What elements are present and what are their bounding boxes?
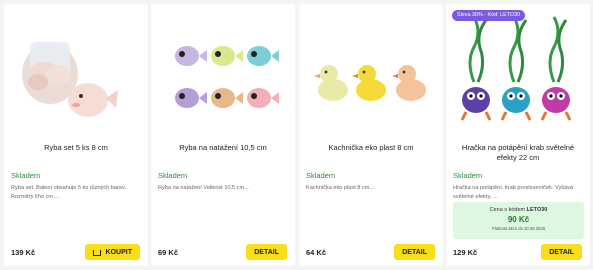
promo-code: LETO30	[526, 207, 548, 213]
product-card[interactable]: Kachnička eko plast 8 cm Skladem Kachnič…	[299, 4, 443, 266]
stock-status: Skladem	[306, 171, 336, 180]
product-description: Kachnička eko plast 8 cm...	[306, 185, 375, 191]
stock-status: Skladem	[158, 171, 188, 180]
product-description: Hračka na potápění, krab prostsveníček. …	[453, 185, 574, 200]
promo-price: 90 Kč	[507, 215, 530, 224]
product-card[interactable]: Ryba na natažení 10,5 cm Skladem Ryba na…	[151, 4, 295, 266]
stock-status: Skladem	[11, 171, 41, 180]
detail-button[interactable]: DETAIL	[246, 244, 287, 260]
product-grid: Ryba set 5 ks 8 cm Skladem Ryba set. Bal…	[0, 0, 593, 270]
promo-box: Cena s kódem LETO30 90 Kč Platnost akce …	[453, 202, 584, 239]
product-title[interactable]: Ryba set 5 ks 8 cm	[12, 143, 140, 153]
product-image[interactable]	[305, 12, 437, 132]
product-description: Ryba na natažení Velikost 10,5 cm...	[158, 185, 249, 191]
stock-status: Skladem	[453, 171, 483, 180]
detail-button-label: DETAIL	[254, 248, 279, 256]
detail-button-label: DETAIL	[402, 248, 427, 256]
promo-prefix: Cena s kódem	[489, 207, 526, 213]
product-title[interactable]: Hračka na potápění krab světelné efekty …	[454, 143, 582, 163]
product-price: 139 Kč	[11, 248, 36, 257]
product-price: 69 Kč	[158, 248, 179, 257]
buy-button[interactable]: KOUPIT	[84, 244, 140, 260]
product-card[interactable]: Ryba set 5 ks 8 cm Skladem Ryba set. Bal…	[4, 4, 148, 266]
promo-code-line: Cena s kódem LETO30	[453, 207, 584, 213]
product-card[interactable]: Sleva 30% - Kód: LETO30 Hračka na potápě…	[446, 4, 590, 266]
product-price: 129 Kč	[453, 248, 478, 257]
promo-validity: Platnost akce do 20.08.2026	[491, 226, 546, 231]
detail-button-label: DETAIL	[549, 248, 574, 256]
discount-badge: Sleva 30% - Kód: LETO30	[452, 10, 526, 21]
product-image[interactable]	[10, 12, 142, 132]
product-title[interactable]: Ryba na natažení 10,5 cm	[159, 143, 287, 153]
product-description: Ryba set. Balení obsahuje 5 ks různých b…	[11, 185, 126, 200]
product-image[interactable]	[157, 12, 289, 132]
product-price: 64 Kč	[306, 248, 327, 257]
buy-button-label: KOUPIT	[105, 248, 132, 256]
detail-button[interactable]: DETAIL	[394, 244, 435, 260]
product-image[interactable]	[452, 12, 584, 132]
product-title[interactable]: Kachnička eko plast 8 cm	[307, 143, 435, 153]
cart-icon	[92, 250, 101, 256]
detail-button[interactable]: DETAIL	[541, 244, 582, 260]
